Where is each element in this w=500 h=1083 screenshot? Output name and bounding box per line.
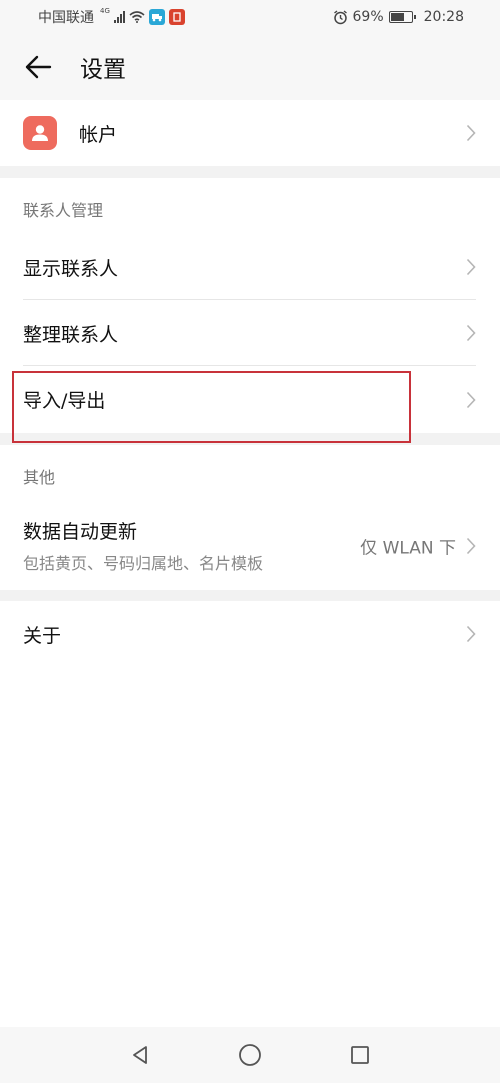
organize-contacts-row[interactable]: 整理联系人 (0, 300, 500, 366)
battery-percent: 69% (352, 9, 384, 25)
carrier-name: 中国联通 (38, 10, 94, 26)
notification-app-icon (168, 9, 185, 25)
display-contacts-label: 显示联系人 (23, 257, 119, 280)
chevron-right-icon (466, 258, 476, 276)
account-icon (23, 116, 57, 150)
chevron-right-icon (466, 324, 476, 342)
about-card: 关于 (0, 601, 500, 1028)
battery-icon (388, 11, 416, 23)
status-right: 69% 20:28 (333, 9, 464, 25)
data-auto-update-value: 仅 WLAN 下 (360, 538, 456, 558)
section-title-other: 其他 (23, 468, 56, 487)
account-row[interactable]: 帐户 (0, 100, 500, 166)
signal-icon (113, 11, 125, 23)
app-header: 设置 (0, 34, 500, 100)
chevron-right-icon (466, 124, 476, 142)
nav-recents-button[interactable] (345, 1040, 375, 1070)
display-contacts-row[interactable]: 显示联系人 (0, 234, 500, 300)
circle-home-icon (239, 1044, 261, 1066)
status-bar: 中国联通 4G 69% 20:28 (0, 0, 500, 34)
page-title: 设置 (80, 57, 126, 83)
about-label: 关于 (23, 624, 62, 647)
status-left: 中国联通 4G (38, 7, 185, 27)
triangle-back-icon (133, 1046, 147, 1064)
account-label: 帐户 (79, 123, 118, 146)
account-card: 帐户 (0, 100, 500, 166)
system-nav-bar (0, 1027, 500, 1083)
organize-contacts-label: 整理联系人 (23, 323, 119, 346)
alarm-icon (333, 9, 347, 24)
network-type: 4G (100, 7, 110, 15)
arrow-left-icon (25, 55, 52, 79)
data-auto-update-description: 包括黄页、号码归属地、名片模板 (23, 554, 264, 573)
highlight-box (12, 371, 411, 443)
data-auto-update-label: 数据自动更新 (23, 521, 138, 543)
chevron-right-icon (466, 391, 476, 408)
back-button[interactable] (0, 34, 80, 100)
section-title-contacts: 联系人管理 (23, 201, 104, 220)
clock: 20:28 (423, 9, 464, 25)
square-recents-icon (351, 1046, 369, 1064)
wifi-icon (129, 11, 145, 23)
other-card: 其他 数据自动更新 包括黄页、号码归属地、名片模板 仅 WLAN 下 (0, 445, 500, 590)
nav-home-button[interactable] (235, 1040, 265, 1070)
nav-back-button[interactable] (125, 1040, 155, 1070)
chevron-right-icon (466, 625, 476, 643)
chevron-right-icon (466, 537, 476, 554)
data-auto-update-row[interactable]: 数据自动更新 包括黄页、号码归属地、名片模板 仅 WLAN 下 (0, 501, 500, 590)
notification-app-icon (148, 9, 165, 25)
about-row[interactable]: 关于 (0, 601, 500, 667)
